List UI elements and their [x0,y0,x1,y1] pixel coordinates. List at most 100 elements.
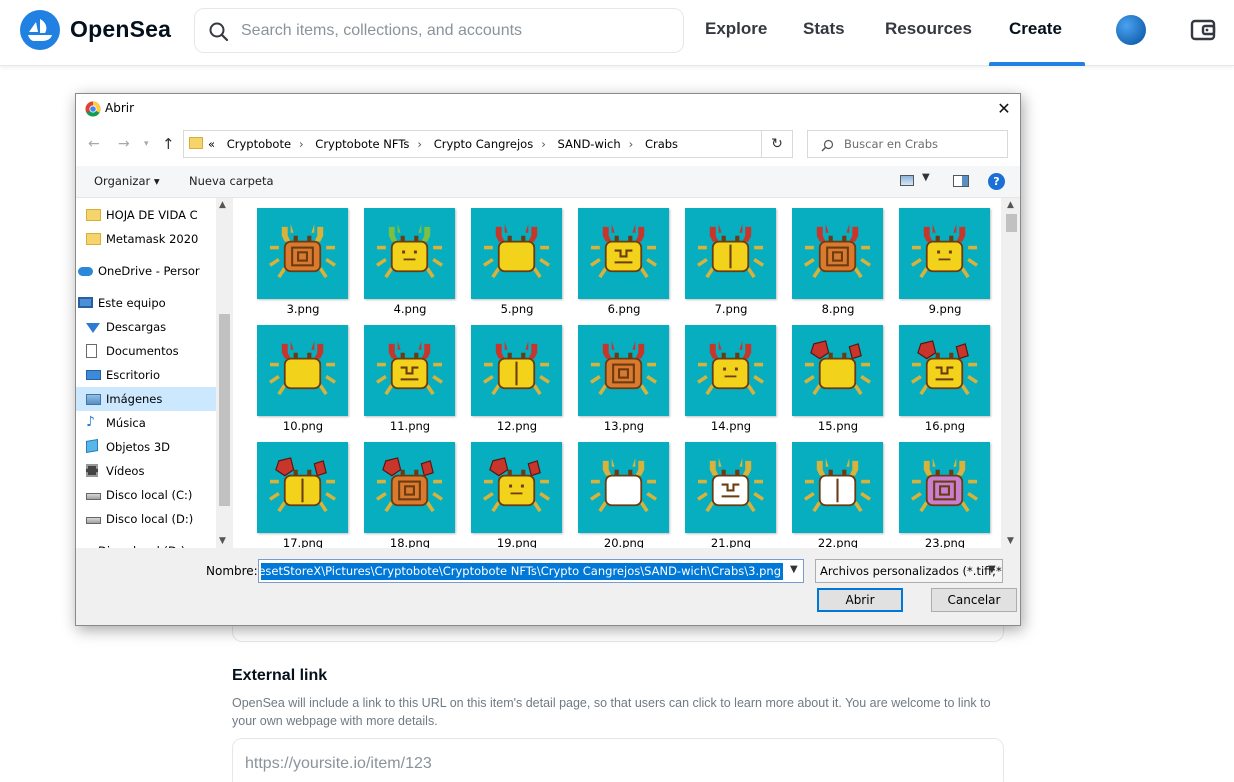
nav-create[interactable]: Create [1009,19,1062,39]
file-type-select[interactable]: Archivos personalizados (*.tiff;* ▼ [815,559,1003,583]
file-tile[interactable]: 7.png [685,202,777,316]
nav-resources[interactable]: Resources [885,19,972,39]
file-thumbnail[interactable] [578,325,669,416]
file-tile[interactable]: 20.png [578,436,670,548]
scroll-up-icon[interactable]: ▲ [1007,200,1014,210]
search-bar[interactable] [194,8,684,53]
file-thumbnail[interactable] [899,442,990,533]
file-thumbnail[interactable] [792,442,883,533]
file-thumbnail[interactable] [257,325,348,416]
file-thumbnail[interactable] [471,442,562,533]
tree-item[interactable]: Vídeos [76,459,216,483]
tree-item[interactable]: Disco local (C:) [76,483,216,507]
breadcrumb-item[interactable]: Cryptobote [219,137,291,151]
scroll-down-icon[interactable]: ▼ [219,536,226,546]
file-tile[interactable]: 23.png [899,436,991,548]
back-arrow-icon[interactable]: ← [88,136,100,152]
nav-explore[interactable]: Explore [705,19,767,39]
tree-item[interactable]: OneDrive - Persor [76,259,216,283]
filename-input[interactable]: C:\Users\ResetStoreX\Pictures\Cryptobote… [258,559,804,583]
cancel-button[interactable]: Cancelar [931,588,1017,612]
file-thumbnail[interactable] [471,208,562,299]
file-tile[interactable]: 12.png [471,319,563,433]
file-thumbnail[interactable] [792,325,883,416]
tree-item[interactable]: Descargas [76,315,216,339]
chevron-down-icon[interactable]: ▼ [790,564,798,575]
file-tile[interactable]: 13.png [578,319,670,433]
file-tile[interactable]: 14.png [685,319,777,433]
chevron-down-icon[interactable]: ▼ [988,564,996,575]
tree-item[interactable]: Objetos 3D [76,435,216,459]
breadcrumb-item[interactable]: SAND-wich [557,137,620,151]
breadcrumb-separator-icon[interactable]: › [409,137,430,151]
opensea-logo-icon[interactable] [20,10,60,50]
file-thumbnail[interactable] [578,208,669,299]
recent-chevron-icon[interactable]: ▾ [144,139,149,149]
breadcrumb-item[interactable]: Crypto Cangrejos [434,137,534,151]
dialog-titlebar[interactable]: Abrir ✕ [76,94,1020,124]
up-arrow-icon[interactable]: ↑ [162,135,175,153]
new-folder-button[interactable]: Nueva carpeta [189,174,274,188]
file-thumbnail[interactable] [685,208,776,299]
file-thumbnail[interactable] [471,325,562,416]
file-thumbnail[interactable] [257,442,348,533]
breadcrumb-item[interactable]: Crabs [645,137,678,151]
file-tile[interactable]: 17.png [257,436,349,548]
profile-avatar[interactable] [1116,15,1146,45]
open-button[interactable]: Abrir [817,588,903,612]
breadcrumb-item[interactable]: Cryptobote NFTs [315,137,409,151]
help-icon[interactable]: ? [988,173,1005,190]
file-thumbnail[interactable] [899,325,990,416]
view-mode-icon[interactable] [900,175,914,186]
file-thumbnail[interactable] [899,208,990,299]
external-link-field[interactable] [232,738,1004,782]
file-tile[interactable]: 15.png [792,319,884,433]
file-tile[interactable]: 21.png [685,436,777,548]
file-thumbnail[interactable] [364,442,455,533]
tree-scroll-thumb[interactable] [219,314,230,506]
breadcrumb-separator-icon[interactable]: › [621,137,642,151]
breadcrumb-overflow[interactable]: « [208,137,215,151]
search-input[interactable] [241,19,671,43]
tree-item[interactable]: HOJA DE VIDA C [76,203,216,227]
file-tile[interactable]: 22.png [792,436,884,548]
tree-item[interactable]: Disco local (D:) [76,539,216,548]
tree-item[interactable]: Documentos [76,339,216,363]
file-tile[interactable]: 8.png [792,202,884,316]
scroll-up-icon[interactable]: ▲ [219,200,226,210]
file-tile[interactable]: 4.png [364,202,456,316]
file-tile[interactable]: 9.png [899,202,991,316]
tree-item[interactable]: Este equipo [76,291,216,315]
file-tile[interactable]: 16.png [899,319,991,433]
file-thumbnail[interactable] [364,208,455,299]
preview-pane-icon[interactable] [953,175,969,187]
file-tile[interactable]: 10.png [257,319,349,433]
folder-search-box[interactable] [807,130,1008,158]
brand-name[interactable]: OpenSea [70,16,171,43]
file-thumbnail[interactable] [685,442,776,533]
tree-item[interactable]: ♪ Música [76,411,216,435]
file-tile[interactable]: 18.png [364,436,456,548]
file-tile[interactable]: 19.png [471,436,563,548]
file-tile[interactable]: 11.png [364,319,456,433]
refresh-icon[interactable]: ↻ [761,130,793,158]
file-thumbnail[interactable] [792,208,883,299]
chevron-down-icon[interactable]: ▼ [922,172,930,183]
tree-item[interactable]: Imágenes [76,387,216,411]
tree-item[interactable]: Disco local (D:) [76,507,216,531]
breadcrumb-separator-icon[interactable]: › [291,137,312,151]
tree-item[interactable]: Escritorio [76,363,216,387]
close-icon[interactable]: ✕ [994,99,1014,119]
file-tile[interactable]: 6.png [578,202,670,316]
nav-stats[interactable]: Stats [803,19,845,39]
folder-search-input[interactable] [844,136,999,152]
breadcrumb-separator-icon[interactable]: › [533,137,554,151]
files-scroll-thumb[interactable] [1006,214,1017,232]
file-thumbnail[interactable] [257,208,348,299]
forward-arrow-icon[interactable]: → [118,136,130,152]
address-bar[interactable]: « Cryptobote › Cryptobote NFTs › Crypto Ca… [183,130,791,158]
file-thumbnail[interactable] [364,325,455,416]
scroll-down-icon[interactable]: ▼ [1007,536,1014,546]
file-thumbnail[interactable] [685,325,776,416]
files-scrollbar[interactable] [1003,198,1020,548]
